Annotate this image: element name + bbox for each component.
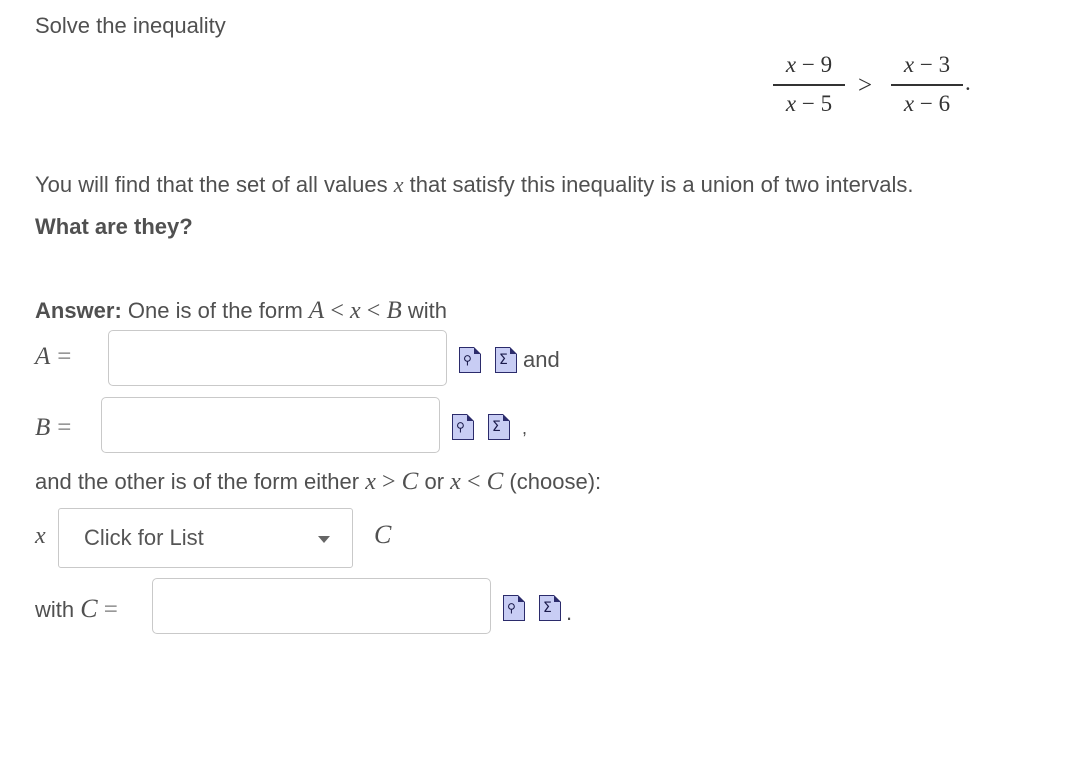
relation-select[interactable]: Click for List (58, 508, 353, 568)
C-label: with C = (35, 594, 118, 624)
preview-icon[interactable]: ⚲ (452, 414, 474, 440)
other-C1: C (401, 468, 419, 495)
form-B: B (386, 297, 402, 324)
rhs-fraction-bar (891, 84, 963, 86)
equation-editor-icon[interactable]: Σ (495, 347, 517, 373)
other-x1: x (365, 469, 376, 495)
answer-form-line: Answer: One is of the form A < x < B wit… (35, 297, 447, 325)
chevron-down-icon (318, 536, 330, 543)
problem-question: What are they? (35, 214, 193, 239)
preview-icon[interactable]: ⚲ (459, 347, 481, 373)
rhs-den-rest: − 6 (919, 90, 951, 116)
rhs-den-var: x (903, 90, 915, 116)
C-var: C (80, 594, 98, 623)
other-or: or (424, 469, 445, 494)
answer-A-input[interactable] (109, 331, 446, 385)
B-var: B (35, 414, 51, 441)
rhs-num-var: x (903, 52, 915, 77)
lhs-fraction-bar (773, 84, 845, 86)
lhs-num-var: x (785, 52, 797, 77)
other-choose: (choose): (509, 469, 602, 494)
equation-editor-icon[interactable]: Σ (539, 595, 561, 621)
C-with: with (35, 597, 75, 622)
answer-A-box (108, 330, 447, 386)
answer-C-box (152, 578, 491, 634)
form-x: x (349, 298, 361, 324)
B-after: , (522, 418, 528, 438)
answer-C-input[interactable] (153, 579, 490, 633)
rhs-fraction: x − 3 x − 6 (891, 51, 963, 118)
problem-description: You will find that the set of all values… (35, 172, 913, 198)
preview-icon[interactable]: ⚲ (503, 595, 525, 621)
answer-label: Answer: (35, 298, 122, 323)
equation-editor-icon[interactable]: Σ (488, 414, 510, 440)
B-eq: = (57, 414, 72, 441)
form-with: with (407, 298, 447, 323)
answer-B-box (101, 397, 440, 453)
answer-form-text: One is of the form (127, 298, 303, 323)
B-label: B = (35, 413, 71, 442)
other-C2: C (486, 468, 504, 495)
A-label: A = (35, 342, 71, 371)
A-after: and (523, 347, 560, 372)
select-x-label: x (35, 523, 46, 549)
form-A: A (308, 297, 325, 324)
answer-B-input[interactable] (102, 398, 439, 452)
lhs-den-var: x (785, 90, 797, 116)
other-form-line: and the other is of the form either x > … (35, 468, 601, 496)
lhs-fraction: x − 9 x − 5 (773, 51, 845, 118)
form-lt1: < (330, 298, 344, 324)
rhs-num-rest: − 3 (919, 52, 951, 77)
lhs-den-rest: − 5 (801, 90, 833, 116)
desc-part1: You will find that the set of all values (35, 172, 388, 197)
C-after: . (566, 600, 573, 625)
C-eq: = (103, 596, 118, 623)
A-var: A (35, 343, 51, 370)
other-lt: < (466, 469, 481, 495)
other-text1: and the other is of the form either (35, 469, 360, 494)
problem-intro: Solve the inequality (35, 13, 226, 38)
inequality-relation: > (858, 72, 873, 99)
lhs-num-rest: − 9 (801, 52, 833, 77)
A-eq: = (57, 343, 72, 370)
desc-var: x (393, 172, 404, 197)
other-gt: > (381, 469, 396, 495)
select-placeholder: Click for List (84, 525, 204, 550)
select-C-label: C (374, 520, 392, 549)
form-lt2: < (366, 298, 381, 324)
other-x2: x (450, 469, 461, 495)
inequality-end-period: . (965, 70, 971, 95)
desc-part2: that satisfy this inequality is a union … (409, 172, 914, 197)
